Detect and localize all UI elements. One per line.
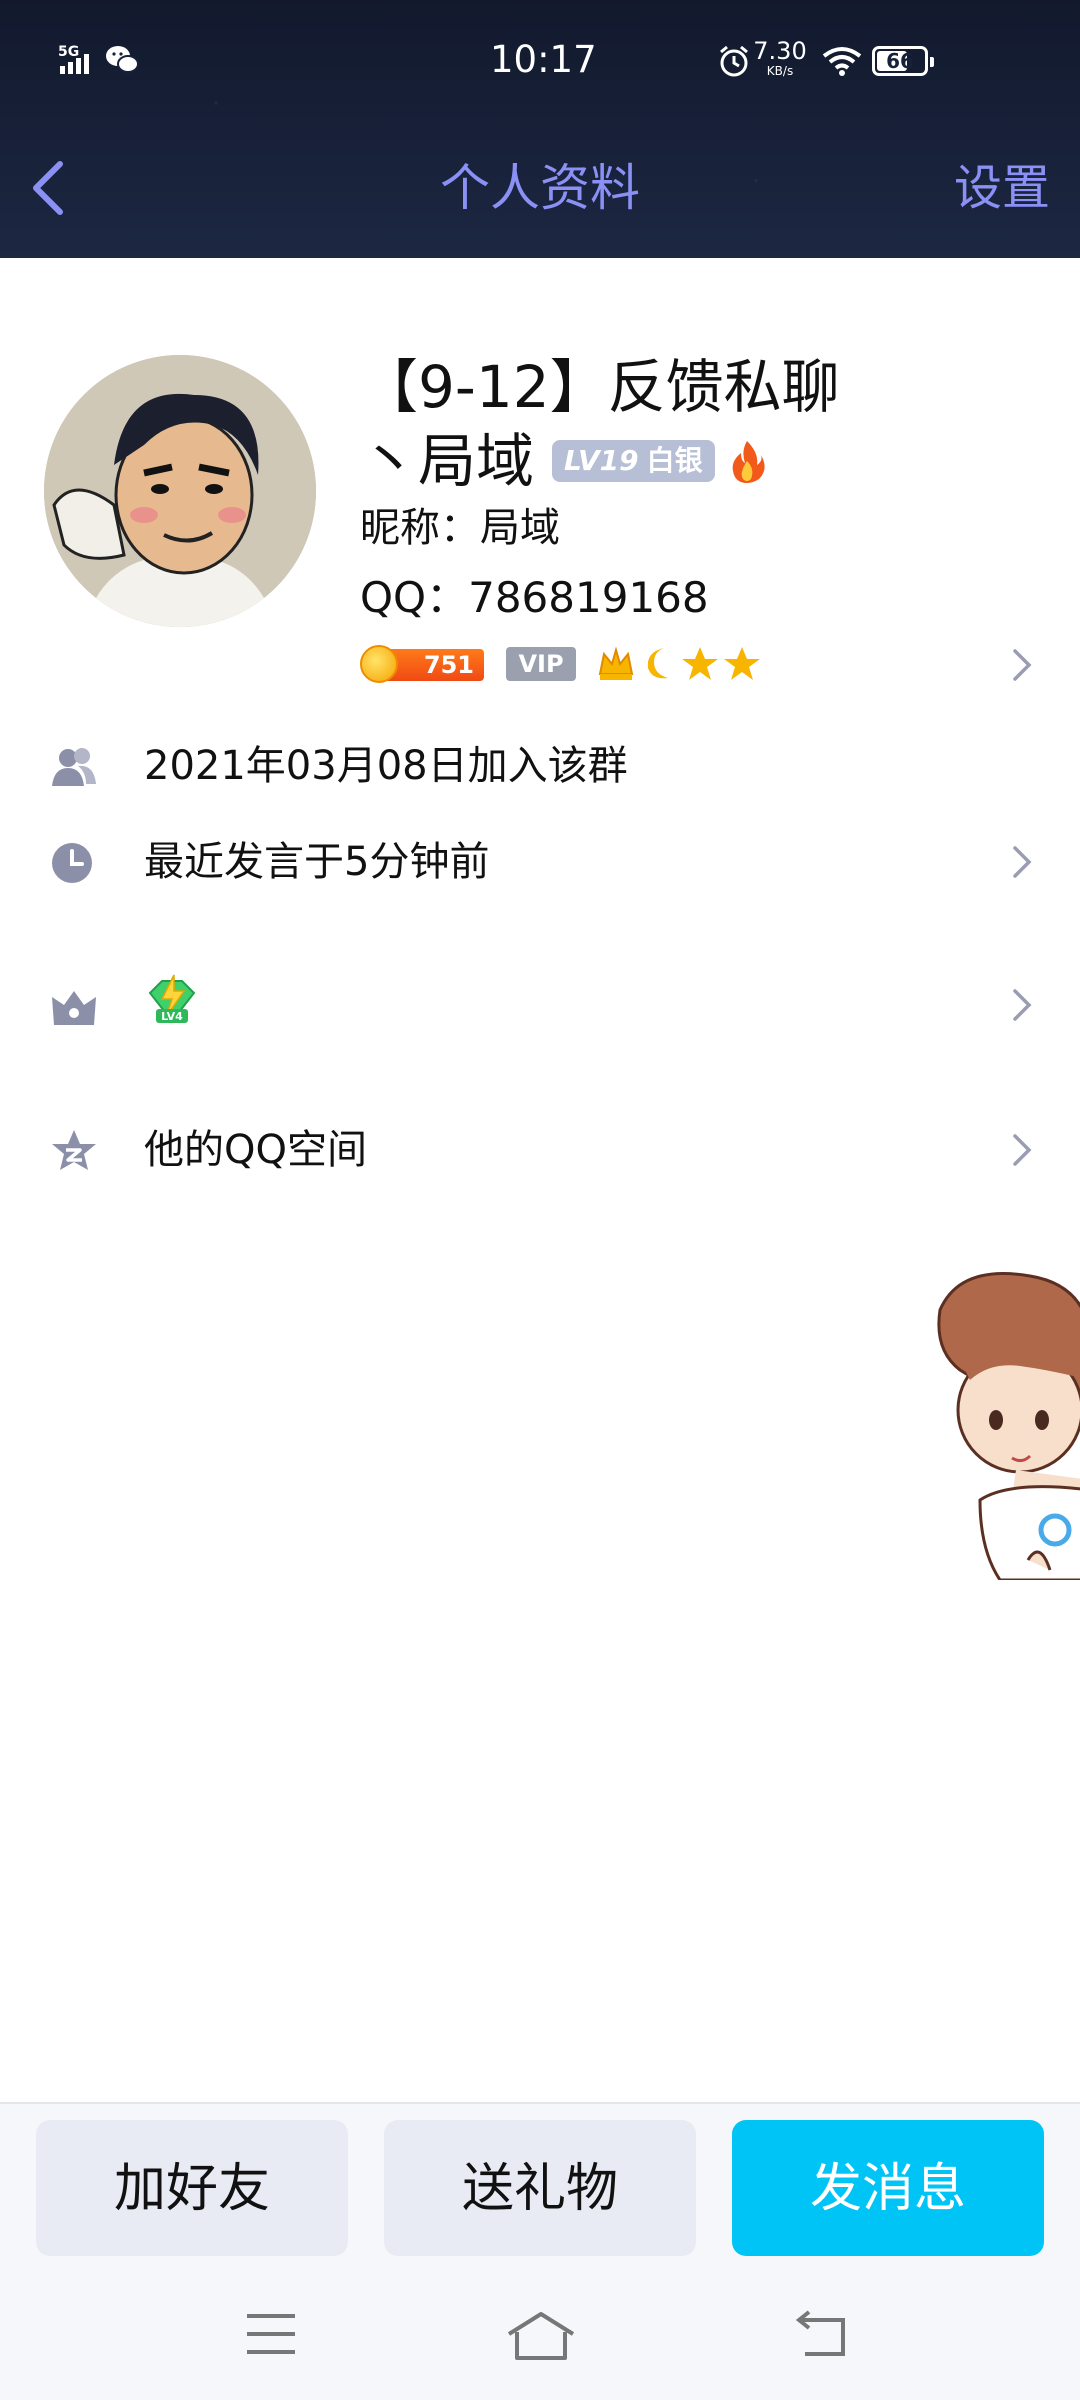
coin-icon (360, 645, 398, 683)
home-icon[interactable] (505, 2310, 577, 2362)
cellular-signal-icon: 5G (58, 44, 89, 74)
nickname: 昵称：局域 (360, 505, 560, 551)
qq-number: QQ：786819168 (360, 573, 709, 622)
nav-bar: 个人资料 设置 (0, 120, 1080, 250)
crown-box-icon (52, 991, 96, 1025)
header: 5G 10:17 7.30 KB/s 66 个人资料 设置 (0, 0, 1080, 258)
star-icon (682, 647, 718, 680)
system-navigation-bar (0, 2290, 1080, 2380)
svg-text:LV4: LV4 (161, 1010, 183, 1023)
avatar-image (44, 355, 316, 627)
group-members-icon (52, 748, 96, 786)
medal-row[interactable]: LV4 (0, 965, 1080, 1045)
name-line-2: 丶局域 (360, 427, 535, 495)
name-line-2-row: 丶局域 LV19 白银 (360, 424, 1000, 498)
chevron-right-icon[interactable] (1010, 985, 1034, 1025)
alarm-icon (720, 45, 748, 77)
menu-icon[interactable] (245, 2310, 297, 2358)
battery-indicator: 66 (872, 46, 934, 76)
chevron-right-icon[interactable] (1010, 842, 1034, 882)
send-gift-button[interactable]: 送礼物 (384, 2120, 696, 2256)
page-title: 个人资料 (440, 159, 640, 217)
name-line-1: 【9-12】反馈私聊 (360, 353, 840, 421)
last-spoke-row[interactable]: 最近发言于5分钟前 (0, 822, 1080, 902)
back-arrow-icon[interactable] (28, 156, 68, 220)
display-name: 【9-12】反馈私聊 丶局域 LV19 白银 (360, 350, 1000, 498)
wechat-icon (106, 46, 139, 73)
back-icon[interactable] (795, 2310, 851, 2360)
chevron-right-icon[interactable] (1010, 1130, 1034, 1170)
chevron-right-icon[interactable] (1010, 645, 1034, 685)
qzone-row[interactable]: 他的QQ空间 (0, 1110, 1080, 1190)
level-badge[interactable]: LV19 白银 (552, 440, 715, 482)
status-time: 10:17 (490, 38, 597, 81)
join-date-text: 2021年03月08日加入该群 (144, 743, 628, 789)
svg-text:5G: 5G (58, 44, 79, 60)
star-icon (724, 647, 760, 680)
qzone-star-icon (52, 1130, 96, 1170)
avatar[interactable] (44, 355, 316, 627)
clock-icon (52, 843, 92, 883)
coin-badge: 751 (360, 645, 484, 683)
qzone-text: 他的QQ空间 (144, 1127, 367, 1173)
send-message-button[interactable]: 发消息 (732, 2120, 1044, 2256)
join-date-row: 2021年03月08日加入该群 (0, 726, 1080, 806)
badge-row[interactable]: 751 VIP (360, 642, 1000, 686)
status-bar: 5G 10:17 7.30 KB/s 66 (0, 0, 1080, 105)
fire-icon (732, 441, 765, 483)
crown-icon (598, 646, 634, 680)
vip-badge: VIP (506, 647, 576, 681)
last-spoke-text: 最近发言于5分钟前 (144, 839, 490, 885)
moon-icon (647, 648, 668, 679)
network-speed: 7.30 KB/s (753, 37, 807, 78)
lightning-gem-lv4-icon: LV4 (148, 974, 196, 1023)
add-friend-button[interactable]: 加好友 (36, 2120, 348, 2256)
mascot-character-image (937, 1272, 1080, 1580)
settings-button[interactable]: 设置 (930, 156, 1050, 220)
wifi-icon (822, 47, 862, 76)
